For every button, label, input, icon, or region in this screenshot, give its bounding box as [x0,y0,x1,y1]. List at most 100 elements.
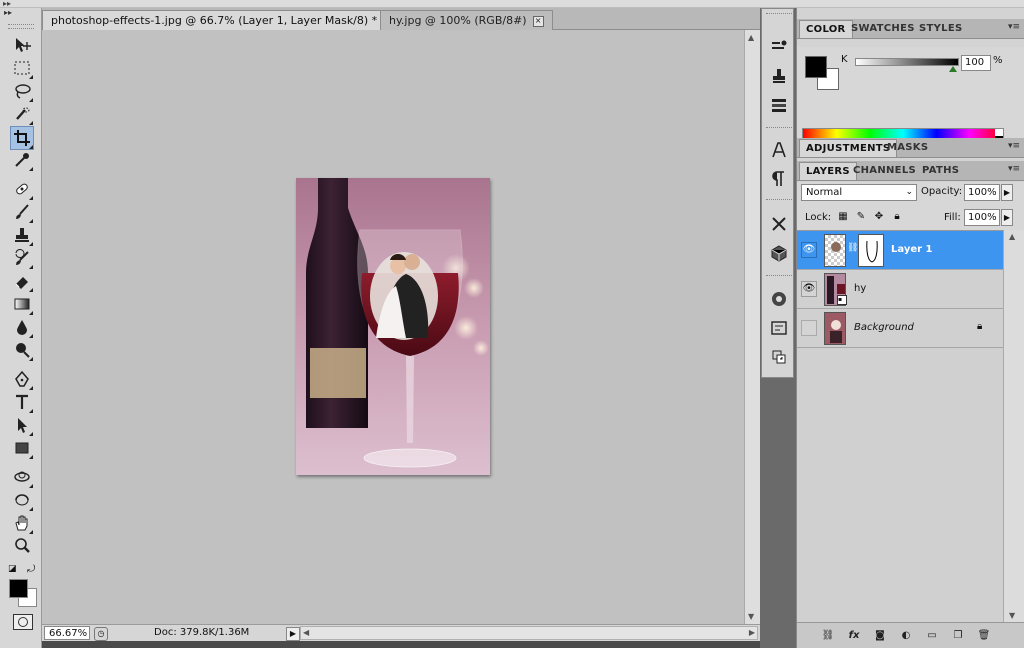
k-slider-thumb[interactable] [949,66,957,72]
crop-tool-icon[interactable] [10,126,34,150]
blend-mode-select[interactable]: Normal ⌄ [801,184,917,201]
k-value-field[interactable]: 100 [961,55,991,71]
scroll-left-icon[interactable]: ◀ [303,627,309,639]
layers-panel-tabs: LAYERS CHANNELS PATHS ▾≡ [797,161,1024,181]
foreground-color-swatch[interactable] [805,56,827,78]
blur-tool-icon[interactable] [11,316,33,338]
scroll-down-icon[interactable]: ▼ [1009,611,1015,620]
lock-position-icon[interactable]: ✥ [873,211,885,223]
tab-label: hy.jpg @ 100% (RGB/8#) [389,14,527,27]
lock-all-icon[interactable]: 🔒︎ [891,211,903,223]
tab-styles[interactable]: STYLES [913,20,968,38]
lock-pixels-icon[interactable]: ✎ [855,211,867,223]
type-tool-icon[interactable] [11,391,33,413]
character-icon[interactable] [769,140,789,160]
clone-source-icon[interactable] [769,66,789,86]
layer-name[interactable]: hy [854,283,866,294]
zoom-tool-icon[interactable] [11,535,33,557]
3d-icon[interactable] [769,243,789,263]
layer-style-icon[interactable]: fx [847,629,861,643]
color-panel-tabs: COLOR SWATCHES STYLES ▾≡ [797,19,1024,39]
close-icon[interactable]: × [532,15,544,27]
eraser-tool-icon[interactable] [11,270,33,292]
hand-tool-icon[interactable] [11,512,33,534]
layers-footer: ⛓ fx ◙ ◐ ▭ ❐ 🗑︎ [797,622,1024,648]
clone-stamp-tool-icon[interactable] [11,224,33,246]
tab-paths[interactable]: PATHS [916,162,965,180]
opacity-slider-arrow-icon[interactable]: ▶ [1001,184,1013,201]
tools-icon[interactable] [769,214,789,234]
k-channel-label: K [841,54,848,65]
scroll-up-icon[interactable]: ▲ [1009,232,1015,241]
brush-tool-icon[interactable] [11,201,33,223]
layer-row-background[interactable]: Background 🔒︎ [797,309,1003,348]
toolbar-grip[interactable] [8,24,34,29]
marquee-tool-icon[interactable] [11,57,33,79]
foreground-color-swatch[interactable] [9,579,28,598]
panel-menu-icon[interactable]: ▾≡ [1008,22,1020,32]
horizontal-scrollbar[interactable]: ◀ ▶ [300,626,758,640]
tool-presets-icon[interactable] [769,37,789,57]
visibility-eye-icon[interactable]: 👁︎ [801,242,817,258]
layer-row-layer-1[interactable]: 👁︎ ⛓ Layer 1 [797,231,1003,270]
paragraph-icon[interactable] [769,169,789,189]
pen-tool-icon[interactable] [11,368,33,390]
toolbar-collapse-icon[interactable]: ▸▸ [4,8,12,18]
visibility-toggle[interactable] [801,320,817,336]
default-colors-icon[interactable]: ◪ [8,564,17,574]
link-layers-icon[interactable]: ⛓ [821,629,835,643]
layer-row-hy[interactable]: 👁︎ ▪ hy [797,270,1003,309]
layer-name[interactable]: Background [854,322,914,333]
layer-name[interactable]: Layer 1 [891,244,932,255]
status-icon[interactable]: ◷ [94,627,108,641]
scroll-right-icon[interactable]: ▶ [749,627,755,639]
rectangle-tool-icon[interactable] [11,437,33,459]
spot-healing-tool-icon[interactable] [11,178,33,200]
move-tool-icon[interactable] [11,34,33,56]
lasso-tool-icon[interactable] [11,80,33,102]
path-selection-tool-icon[interactable] [11,414,33,436]
tab-photoshop-effects-1[interactable]: photoshop-effects-1.jpg @ 66.7% (Layer 1… [42,10,404,30]
chain-link-icon[interactable]: ⛓ [847,243,858,253]
collapse-icon[interactable]: ▸▸ [3,0,11,8]
actions-icon[interactable] [769,347,789,367]
panel-menu-icon[interactable]: ▾≡ [1008,141,1020,151]
scroll-down-icon[interactable]: ▼ [748,612,754,621]
panel-menu-icon[interactable]: ▾≡ [1008,164,1020,174]
zoom-level-field[interactable]: 66.67% [44,626,90,640]
swap-colors-icon[interactable]: ⤾ [27,564,35,575]
3d-rotate-tool-icon[interactable] [11,466,33,488]
tab-hy[interactable]: hy.jpg @ 100% (RGB/8#) × [380,10,553,30]
fill-field[interactable]: 100% [964,209,1000,226]
vertical-scrollbar[interactable]: ▲ ▼ [744,30,760,624]
quick-selection-tool-icon[interactable] [11,103,33,125]
delete-layer-icon[interactable]: 🗑︎ [977,629,991,643]
layers-scrollbar[interactable]: ▲ ▼ [1003,230,1024,622]
tab-channels[interactable]: CHANNELS [847,162,922,180]
navigator-icon[interactable] [769,289,789,309]
history-brush-tool-icon[interactable] [11,247,33,269]
new-layer-icon[interactable]: ❐ [951,629,965,643]
status-menu-arrow-icon[interactable]: ▶ [286,627,300,641]
add-mask-icon[interactable]: ◙ [873,629,887,643]
dock-grip[interactable] [766,13,792,16]
info-icon[interactable] [769,318,789,338]
gradient-tool-icon[interactable] [11,293,33,315]
k-slider[interactable] [855,58,959,66]
document-image[interactable] [296,178,490,475]
lock-transparency-icon[interactable]: ▦ [837,211,849,223]
quick-mask-icon[interactable] [13,614,33,630]
3d-orbit-tool-icon[interactable] [11,489,33,511]
tab-swatches[interactable]: SWATCHES [845,20,921,38]
fill-slider-arrow-icon[interactable]: ▶ [1001,209,1013,226]
opacity-field[interactable]: 100% [964,184,1000,201]
eyedropper-tool-icon[interactable] [11,149,33,171]
adjustment-layer-icon[interactable]: ◐ [899,629,913,643]
scroll-up-icon[interactable]: ▲ [748,33,754,42]
layer-mask-thumbnail[interactable] [858,234,884,267]
tab-masks[interactable]: MASKS [881,139,934,157]
new-group-icon[interactable]: ▭ [925,629,939,643]
dodge-tool-icon[interactable] [11,339,33,361]
visibility-eye-icon[interactable]: 👁︎ [801,281,817,297]
history-icon[interactable] [769,95,789,115]
